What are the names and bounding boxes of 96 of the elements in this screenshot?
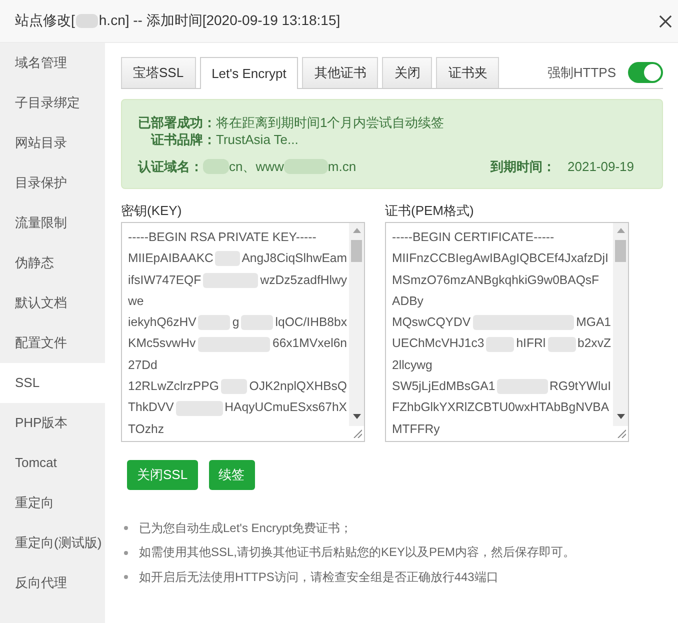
key-text: KMc5svwHv [128, 335, 196, 352]
sidebar-item[interactable]: 伪静态 [0, 243, 105, 283]
scrollbar-thumb[interactable] [615, 240, 626, 262]
redacted-text [76, 14, 98, 28]
resize-grip-icon[interactable] [617, 429, 626, 438]
field-label: 证书品牌： [150, 131, 216, 148]
key-text: g [232, 314, 240, 332]
note-text: 如开启后无法使用HTTPS访问，请检查安全组是否正确放行443端口 [139, 568, 498, 586]
tab[interactable]: 其他证书 [302, 57, 378, 88]
note-text: 如需使用其他SSL,请切换其他证书后粘贴您的KEY以及PEM内容，然后保存即可。 [139, 544, 576, 562]
tab[interactable]: 证书夹 [436, 57, 500, 88]
certificate-text: FZhbGlkYXRlZCBTU0wxHTAbBgNVBA [392, 399, 610, 416]
certificate-text: b2xvZ [578, 335, 611, 352]
down-arrow-icon[interactable] [616, 414, 624, 419]
certificate-text: hIFRl [516, 335, 546, 352]
up-arrow-icon[interactable] [352, 228, 360, 233]
certificate-textarea[interactable] [385, 222, 629, 442]
tab[interactable]: Let's Encrypt [200, 57, 298, 89]
key-text: MIIEpAIBAAKC [128, 250, 214, 268]
sidebar-item[interactable]: PHP版本 [0, 403, 105, 443]
certificate-text: MSmzO76mzANBgkqhkiG9w0BAQsF [392, 272, 600, 289]
field-value: m.cn [328, 158, 356, 175]
field-label: 到期时间： [490, 158, 556, 175]
certificate-text: -----BEGIN CERTIFICATE----- [392, 229, 554, 246]
redacted-text [176, 400, 223, 416]
field-label: 密钥(KEY) [121, 202, 183, 219]
toggle-switch[interactable] [628, 62, 663, 83]
field-value: 2021-09-19 [568, 158, 634, 175]
redacted-text [215, 251, 240, 266]
window-title: 站点修改[ [15, 12, 75, 30]
redacted-text [198, 315, 230, 330]
certificate-text: MIIFnzCCBIegAwIBAgIQBCEf4JxafzDjI [392, 250, 608, 268]
certificate-text: MQswCQYDV [392, 314, 471, 332]
certificate-text: MGA1 [576, 314, 611, 332]
up-arrow-icon[interactable] [616, 228, 624, 233]
tab[interactable]: 宝塔SSL [121, 57, 196, 88]
key-text: 27Dd [128, 356, 158, 374]
scrollbar[interactable] [613, 223, 628, 426]
certificate-text: SW5jLjEdMBsGA1 [392, 378, 496, 396]
down-arrow-icon[interactable] [352, 414, 360, 419]
key-text: ThkDVV [128, 399, 174, 416]
bullet-icon [124, 526, 128, 530]
certificate-text: RG9tYWluI [550, 378, 611, 396]
scrollbar[interactable] [349, 223, 364, 426]
certificate-text: UEChMcVHJ1c3 [392, 335, 484, 352]
field-label: 证书(PEM格式) [385, 202, 475, 219]
sidebar-item[interactable]: 目录保护 [0, 163, 105, 203]
key-textarea[interactable]: -----BEGIN RSA PRIVATE KEY----- MIIEpAIBAAKC AngJ8CiqSlhwEam ifsIW747EQF wzDz5zadfHlwy we iekyhQ6zHV g lqOC/IHB8bx KMc5svwHv 66x1MVxel6n 27Dd 12RLwZclrzPPG OJK2nplQXHBsQ ThkDVV HAqyUCmuESxs67hX TOzhz [121, 222, 365, 442]
key-text: iekyhQ6zHV [128, 314, 196, 332]
redacted-text [486, 336, 514, 352]
sidebar-item[interactable]: SSL [0, 363, 105, 403]
close-icon[interactable] [659, 14, 672, 28]
key-text: ifsIW747EQF [128, 272, 202, 289]
key-text: 66x1MVxel6n [272, 335, 347, 352]
redacted-text [548, 336, 576, 352]
field-label: 认证域名： [138, 158, 203, 175]
sidebar-item[interactable]: 配置文件 [0, 323, 105, 363]
key-text: 12RLwZclrzPPG [128, 378, 219, 396]
sidebar-item[interactable]: 重定向 [0, 483, 105, 523]
sidebar-item[interactable]: 默认文档 [0, 283, 105, 323]
key-text: -----BEGIN RSA PRIVATE KEY----- [128, 229, 316, 246]
toggle-label: 强制HTTPS [547, 64, 616, 82]
key-text: we [128, 292, 144, 310]
scrollbar-thumb[interactable] [351, 240, 362, 262]
redacted-text [203, 159, 229, 174]
bullet-icon [124, 550, 128, 555]
redacted-text [203, 272, 258, 288]
key-text: wzDz5zadfHlwy [260, 272, 347, 289]
key-text: HAqyUCmuESxs67hX [224, 399, 347, 416]
sidebar-item[interactable]: Tomcat [0, 443, 105, 483]
bullet-icon [124, 575, 128, 580]
sidebar-item[interactable]: 流量限制 [0, 203, 105, 243]
key-text: TOzhz [128, 420, 164, 438]
tab[interactable]: 关闭 [382, 57, 432, 88]
key-text: AngJ8CiqSlhwEam [242, 250, 347, 268]
redacted-text [220, 379, 248, 394]
redacted-text [284, 159, 328, 174]
sidebar-item[interactable]: 重定向(测试版) [0, 523, 105, 563]
window-title: h.cn] -- 添加时间[2020-09-19 13:18:15] [98, 12, 340, 30]
field-label: 已部署成功： [138, 114, 216, 131]
certificate-text: MTFFRy [392, 420, 440, 438]
field-value: 将在距离到期时间1个月内尝试自动续签 [216, 114, 446, 131]
field-value: cn、www [229, 158, 284, 175]
sidebar-item[interactable]: 子目录绑定 [0, 83, 105, 123]
key-text: lqOC/IHB8bx [275, 314, 348, 332]
certificate-text: ADBy [392, 292, 424, 310]
resize-grip-icon[interactable] [353, 429, 362, 438]
sidebar-item[interactable]: 反向代理 [0, 563, 105, 603]
redacted-text [241, 315, 274, 330]
certificate-text: 2llcywg [392, 356, 432, 374]
key-text: OJK2nplQXHBsQ [249, 378, 347, 396]
sidebar-item[interactable]: 域名管理 [0, 43, 105, 83]
sidebar-item[interactable]: 网站目录 [0, 123, 105, 163]
note-text: 已为您自动生成Let's Encrypt免费证书； [139, 520, 352, 537]
field-value: TrustAsia Te... [216, 131, 300, 148]
redacted-text [497, 379, 548, 394]
